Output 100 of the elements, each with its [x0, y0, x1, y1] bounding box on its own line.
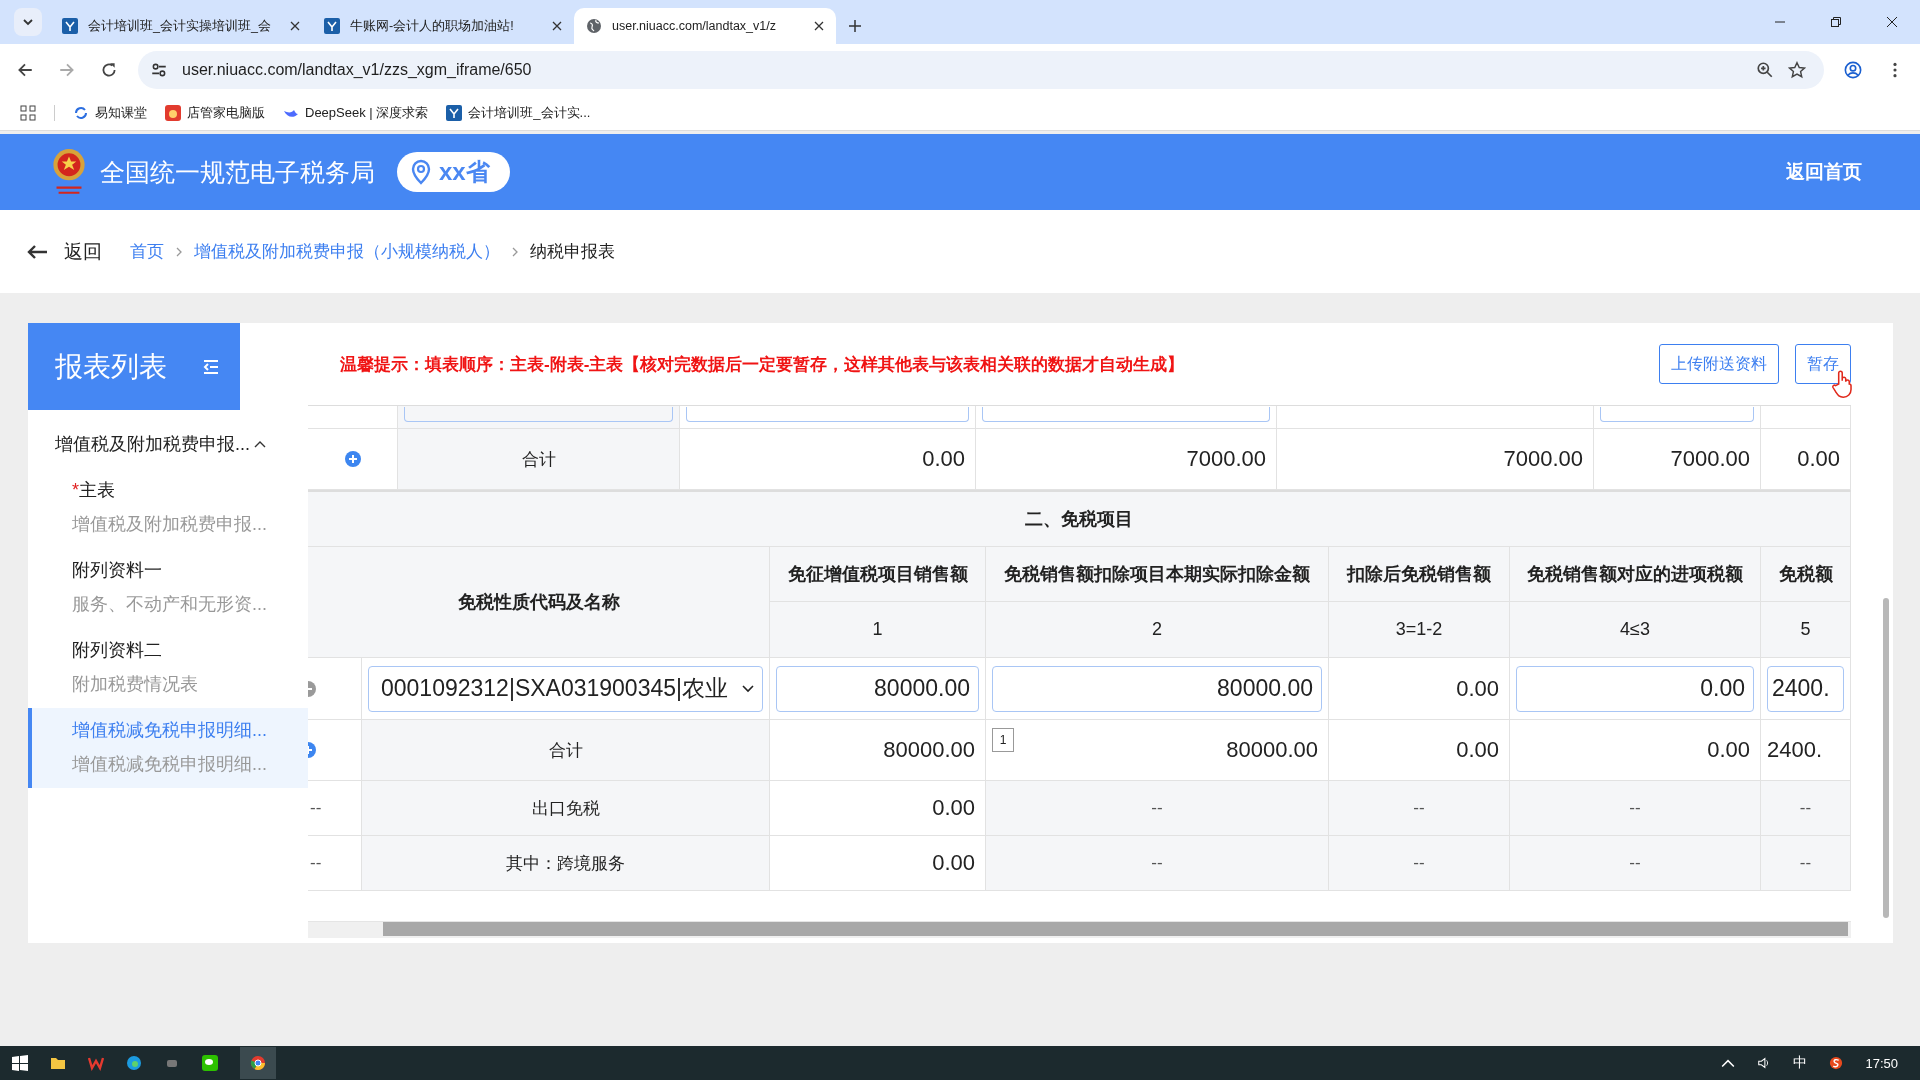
browser-tab[interactable]: 牛账网-会计人的职场加油站!	[312, 8, 574, 44]
table-cell: 0.00	[932, 795, 975, 821]
form-subtitle: 服务、不动产和无形资...	[72, 593, 268, 616]
browser-tab[interactable]: 会计培训班_会计实操培训班_会	[50, 8, 312, 44]
row-label: 合计	[521, 448, 556, 471]
input-field[interactable]	[404, 407, 673, 422]
form-subtitle: 附加税费情况表	[72, 673, 199, 696]
column-index: 1	[872, 619, 883, 640]
site-logo-icon	[324, 18, 340, 34]
tab-title: 牛账网-会计人的职场加油站!	[350, 17, 515, 35]
column-index: 5	[1800, 619, 1811, 640]
browser-tab[interactable]: user.niuacc.com/landtax_v1/z	[574, 8, 836, 44]
apps-icon[interactable]	[20, 104, 36, 121]
tip-text: 温馨提示：填表顺序：主表-附表-主表【核对完数据后一定要暂存，这样其他表与该表相关联的数据才自动生成】	[340, 353, 1185, 376]
sidebar-item[interactable]: 附列资料二 附加税费情况表	[28, 628, 308, 708]
table-cell: --	[310, 853, 322, 873]
chevron-icon	[512, 246, 518, 257]
bookmark[interactable]: 店管家电脑版	[165, 103, 265, 122]
input-field[interactable]	[1600, 407, 1754, 422]
input-field[interactable]	[982, 407, 1270, 422]
sidebar-title: 报表列表	[55, 349, 167, 384]
star-icon[interactable]	[1788, 60, 1806, 79]
input-method[interactable]: 中	[1793, 1054, 1808, 1072]
input-field[interactable]	[686, 407, 969, 422]
site-title: 全国统一规范电子税务局	[100, 156, 375, 188]
column-header: 扣除后免税销售额	[1347, 563, 1491, 586]
upload-button[interactable]: 上传附送资料	[1659, 344, 1779, 384]
amount-field[interactable]: 2400.	[1767, 665, 1844, 712]
close-icon[interactable]	[814, 21, 824, 31]
table-cell: 0.00	[932, 850, 975, 876]
table-cell: --	[1799, 853, 1812, 873]
wechat-icon[interactable]	[202, 1055, 218, 1071]
sidebar-item[interactable]: 增值税减免税申报明细... 增值税减免税申报明细...	[28, 708, 308, 788]
table-cell: 0.00	[1707, 737, 1750, 763]
hand-cursor-icon	[1831, 369, 1853, 399]
row-label: 合计	[548, 739, 583, 762]
table-cell: 7000.00	[1670, 446, 1750, 472]
column-index: 3=1-2	[1395, 619, 1443, 640]
close-icon[interactable]	[290, 21, 300, 31]
table-cell: --	[1413, 853, 1425, 873]
table-cell: --	[1151, 853, 1163, 873]
location-pin-icon	[411, 159, 431, 185]
code-select[interactable]: 0001092312|SXA031900345|农业	[368, 665, 763, 712]
table-cell: 0.00	[1456, 675, 1499, 702]
close-icon[interactable]	[1886, 16, 1898, 28]
refresh-logo-icon	[73, 104, 89, 121]
amount-field[interactable]: 80000.00	[776, 665, 979, 712]
column-header: 免税销售额扣除项目本期实际扣除金额	[1004, 563, 1310, 586]
wps-icon[interactable]	[88, 1055, 104, 1071]
scrollbar-thumb[interactable]	[1883, 598, 1889, 918]
row-label: 其中：跨境服务	[506, 852, 625, 875]
restore-icon[interactable]	[1830, 16, 1842, 28]
breadcrumb-item[interactable]: 首页	[130, 240, 164, 263]
add-row-icon[interactable]	[344, 451, 361, 467]
breadcrumb-item[interactable]: 增值税及附加税费申报（小规模纳税人）	[194, 240, 500, 263]
new-tab-icon[interactable]	[848, 19, 862, 33]
collapse-menu-icon[interactable]	[202, 358, 220, 375]
form-subtitle: 增值税及附加税费申报...	[72, 513, 268, 536]
zoom-in-icon[interactable]	[1756, 60, 1774, 79]
chrome-icon[interactable]	[250, 1055, 266, 1071]
table-cell: --	[1799, 798, 1812, 818]
required-mark: *	[72, 480, 79, 501]
clock: 17:50	[1865, 1055, 1898, 1071]
table-cell: 7000.00	[1503, 446, 1583, 472]
sidebar-item[interactable]: 附列资料一 服务、不动产和无形资...	[28, 548, 308, 628]
edge-icon[interactable]	[126, 1055, 142, 1071]
bookmark[interactable]: DeepSeek | 深度求索	[283, 103, 429, 122]
table-cell: --	[1629, 798, 1641, 818]
form-name: 附列资料一	[72, 559, 162, 582]
tab-search-button[interactable]	[14, 8, 42, 36]
table-cell: 7000.00	[1186, 446, 1266, 472]
shop-logo-icon	[165, 104, 181, 121]
folder-icon[interactable]	[50, 1055, 66, 1071]
back-link[interactable]: 返回	[26, 238, 102, 265]
form-name: 附列资料二	[72, 639, 162, 662]
globe-icon	[586, 18, 602, 34]
site-logo-icon	[62, 18, 78, 34]
tab-title: 会计培训班_会计实操培训班_会	[88, 17, 272, 35]
table-cell: 0.00	[922, 446, 965, 472]
table-cell: --	[1413, 798, 1425, 818]
start-icon[interactable]	[12, 1055, 28, 1071]
amount-field[interactable]: 0.00	[1516, 665, 1754, 712]
sidebar-group[interactable]: 增值税及附加税费申报...	[28, 410, 308, 468]
table-cell: --	[310, 798, 322, 818]
note-marker: 1	[992, 728, 1014, 752]
input-method-icon[interactable]	[1829, 1056, 1844, 1070]
reload-icon[interactable]	[100, 60, 118, 79]
profile-icon[interactable]	[1844, 60, 1862, 79]
scrollbar-thumb[interactable]	[383, 922, 1848, 936]
table-cell: 80000.00	[883, 737, 975, 763]
address-bar[interactable]: user.niuacc.com/landtax_v1/zzs_xgm_iframe/650	[138, 50, 1824, 89]
sidebar-item[interactable]: *主表 增值税及附加税费申报...	[28, 468, 308, 548]
bookmark[interactable]: 易知课堂	[73, 103, 147, 122]
save-button[interactable]: 暂存	[1795, 344, 1851, 384]
close-icon[interactable]	[552, 21, 562, 31]
bookmark[interactable]: 会计培训班_会计实...	[446, 103, 591, 122]
section-title: 二、免税项目	[1025, 508, 1133, 531]
chevron-icon	[176, 246, 182, 257]
amount-field[interactable]: 80000.00	[992, 665, 1322, 712]
column-index: 2	[1152, 619, 1162, 640]
